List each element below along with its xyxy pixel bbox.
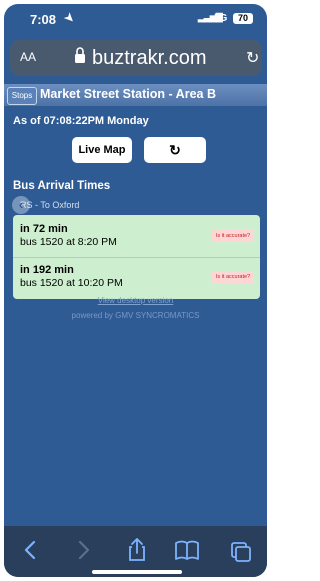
forward-icon[interactable] [68, 537, 98, 563]
bookmarks-icon[interactable] [172, 537, 202, 563]
powered-by-text: powered by GMV SYNCROMATICS [71, 311, 200, 320]
is-it-accurate-button[interactable]: Is it accurate? [212, 271, 254, 283]
station-header: Stops Market Street Station - Area B [4, 84, 267, 106]
reload-icon[interactable]: ↻ [246, 48, 259, 68]
arrival-row: in 72 min bus 1520 at 8:20 PM Is it accu… [13, 217, 260, 257]
phone-screen: 7:08 ➤ ▂▃▅▇ 5G 70 AA buztrakr.com ↻ Stop… [4, 4, 267, 577]
desktop-version-link[interactable]: View desktop version [4, 296, 267, 305]
page-domain: buztrakr.com [92, 47, 207, 69]
back-icon[interactable] [16, 537, 46, 563]
lock-icon [75, 47, 85, 63]
arrivals-title: Bus Arrival Times [13, 180, 111, 192]
tabs-icon[interactable] [226, 537, 256, 563]
is-it-accurate-button[interactable]: Is it accurate? [212, 230, 254, 242]
battery-indicator: 70 [233, 13, 253, 24]
refresh-button[interactable]: ↻ [144, 137, 206, 163]
status-time: 7:08 [30, 12, 57, 27]
arrival-bus-info: bus 1520 at 8:20 PM [20, 236, 117, 248]
share-icon[interactable] [122, 537, 152, 563]
arrivals-list: in 72 min bus 1520 at 8:20 PM Is it accu… [13, 215, 260, 299]
refresh-icon: ↻ [169, 142, 181, 158]
arrival-row: in 192 min bus 1520 at 10:20 PM Is it ac… [13, 257, 260, 298]
live-map-button[interactable]: Live Map [72, 137, 132, 163]
chevron-left-icon[interactable]: ‹ [12, 196, 30, 214]
status-bar: 7:08 ➤ ▂▃▅▇ 5G 70 [4, 4, 267, 36]
home-indicator[interactable] [92, 570, 182, 574]
location-arrow-icon: ➤ [60, 8, 79, 27]
as-of-timestamp: As of 07:08:22PM Monday [13, 115, 149, 127]
address-bar[interactable]: AA buztrakr.com ↻ [10, 40, 262, 76]
station-title: Market Street Station - Area B [40, 87, 216, 101]
stops-button[interactable]: Stops [7, 87, 37, 105]
arrival-bus-info: bus 1520 at 10:20 PM [20, 277, 123, 289]
network-label: 5G [214, 13, 228, 24]
arrival-eta: in 192 min [20, 264, 74, 276]
text-size-button[interactable]: AA [20, 50, 36, 64]
arrival-eta: in 72 min [20, 223, 68, 235]
